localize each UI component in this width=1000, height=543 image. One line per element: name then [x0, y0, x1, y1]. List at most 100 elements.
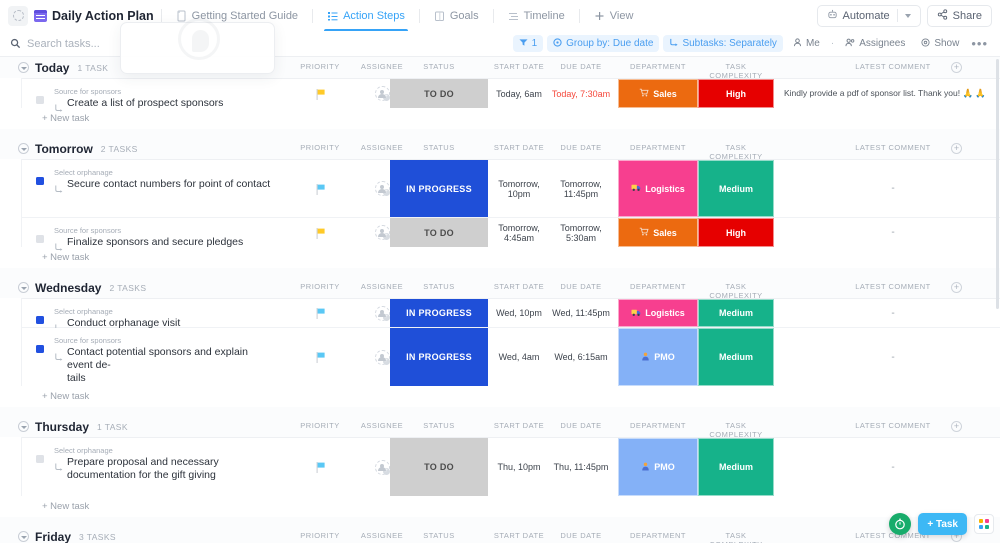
due-date-cell[interactable]: Wed, 11:45pm: [550, 299, 612, 327]
latest-comment-cell[interactable]: -: [778, 438, 1000, 496]
status-badge[interactable]: TO DO: [390, 438, 488, 496]
task-complexity-cell[interactable]: Medium: [698, 299, 774, 327]
due-date-cell[interactable]: Wed, 6:15am: [550, 328, 612, 386]
table-row[interactable]: Source for sponsors Finalize sponsors and…: [22, 218, 1000, 251]
table-row[interactable]: Source for sponsors Create a list of pros…: [22, 79, 1000, 112]
new-task-button[interactable]: + New task: [0, 386, 1000, 407]
new-task-button[interactable]: + New task: [0, 108, 1000, 129]
status-badge[interactable]: TO DO: [390, 79, 488, 108]
complexity-badge[interactable]: Medium: [698, 328, 774, 386]
department-badge[interactable]: Sales: [618, 79, 698, 108]
start-date-cell[interactable]: Thu, 10pm: [488, 438, 550, 496]
loading-spinner-icon[interactable]: [8, 5, 28, 26]
status-badge[interactable]: TO DO: [390, 218, 488, 247]
group-header[interactable]: Friday 3 TASKS PRIORITY ASSIGNEE STATUS START…: [0, 526, 1000, 543]
avatar[interactable]: +: [374, 181, 390, 196]
department-badge[interactable]: Logistics: [618, 160, 698, 217]
stopwatch-icon[interactable]: [889, 513, 912, 535]
due-date-cell[interactable]: Today, 7:30am: [550, 79, 612, 108]
tab-timeline[interactable]: Timeline: [501, 0, 572, 31]
latest-comment-cell[interactable]: -: [778, 328, 1000, 386]
new-task-button[interactable]: + New task: [0, 496, 1000, 517]
status-cell[interactable]: IN PROGRESS: [390, 160, 488, 217]
latest-comment-cell[interactable]: -: [778, 218, 1000, 247]
department-cell[interactable]: PMO: [618, 328, 698, 386]
task-name[interactable]: Finalize sponsors and secure pledges: [67, 236, 243, 249]
status-cell[interactable]: IN PROGRESS: [390, 299, 488, 327]
task-complexity-cell[interactable]: High: [698, 79, 774, 108]
start-date-cell[interactable]: Tomorrow, 10pm: [488, 160, 550, 217]
group-header[interactable]: Thursday 1 TASK PRIORITY ASSIGNEE STATUS STAR…: [0, 416, 1000, 439]
avatar[interactable]: +: [374, 225, 390, 240]
task-name[interactable]: Contact potential sponsors and explain e…: [67, 346, 272, 385]
show-chip[interactable]: Show: [915, 35, 965, 52]
due-date-cell[interactable]: Tomorrow, 11:45pm: [550, 160, 612, 217]
department-badge[interactable]: PMO: [618, 438, 698, 496]
assignees-chip[interactable]: Assignees: [839, 35, 911, 52]
avatar[interactable]: +: [374, 349, 390, 365]
task-checkbox[interactable]: [36, 345, 44, 353]
tab-action-steps[interactable]: Action Steps: [320, 0, 412, 31]
group-header[interactable]: Wednesday 2 TASKS PRIORITY ASSIGNEE STATUS ST…: [0, 277, 1000, 300]
complexity-badge[interactable]: Medium: [698, 438, 774, 496]
latest-comment-cell[interactable]: -: [778, 160, 1000, 217]
due-date-cell[interactable]: Thu, 11:45pm: [550, 438, 612, 496]
filter-chip[interactable]: 1: [512, 35, 544, 52]
complexity-badge[interactable]: High: [698, 218, 774, 247]
task-checkbox[interactable]: [36, 96, 44, 104]
status-cell[interactable]: TO DO: [390, 79, 488, 108]
task-checkbox[interactable]: [36, 455, 44, 463]
tab-add-view[interactable]: View: [587, 0, 641, 31]
start-date-cell[interactable]: Wed, 10pm: [488, 299, 550, 327]
department-cell[interactable]: Sales: [618, 218, 698, 247]
status-badge[interactable]: IN PROGRESS: [390, 328, 488, 386]
vertical-scrollbar[interactable]: [995, 57, 1000, 543]
apps-grid-icon[interactable]: [974, 514, 994, 534]
task-complexity-cell[interactable]: Medium: [698, 328, 774, 386]
table-row[interactable]: Select orphanage Conduct orphanage visit +…: [22, 299, 1000, 332]
start-date-cell[interactable]: Today, 6am: [488, 79, 550, 108]
department-cell[interactable]: PMO: [618, 438, 698, 496]
due-date-cell[interactable]: Tomorrow, 5:30am: [550, 218, 612, 247]
more-options-button[interactable]: •••: [969, 36, 990, 51]
chevron-down-icon[interactable]: [904, 13, 911, 18]
latest-comment-cell[interactable]: -: [778, 299, 1000, 327]
table-row[interactable]: Select orphanage Prepare proposal and nec…: [22, 438, 1000, 496]
new-task-button[interactable]: + New task: [0, 247, 1000, 268]
start-date-cell[interactable]: Wed, 4am: [488, 328, 550, 386]
automate-button[interactable]: Automate: [816, 4, 921, 27]
department-cell[interactable]: Logistics: [618, 160, 698, 217]
tab-goals[interactable]: Goals: [427, 0, 486, 31]
latest-comment-cell[interactable]: Kindly provide a pdf of sponsor list. Th…: [778, 79, 1000, 108]
me-chip[interactable]: Me: [787, 35, 826, 52]
department-badge[interactable]: PMO: [618, 328, 698, 386]
task-complexity-cell[interactable]: Medium: [698, 160, 774, 217]
avatar[interactable]: +: [374, 459, 390, 475]
add-column-icon[interactable]: +: [951, 62, 962, 73]
task-complexity-cell[interactable]: Medium: [698, 438, 774, 496]
add-task-button[interactable]: + Task: [918, 513, 967, 535]
avatar[interactable]: +: [374, 305, 390, 321]
add-column-icon[interactable]: +: [951, 143, 962, 154]
status-badge[interactable]: IN PROGRESS: [390, 160, 488, 217]
department-cell[interactable]: Logistics: [618, 299, 698, 327]
task-name[interactable]: Prepare proposal and necessary documenta…: [67, 456, 272, 482]
group-by-chip[interactable]: Group by: Due date: [547, 35, 660, 52]
start-date-cell[interactable]: Tomorrow, 4:45am: [488, 218, 550, 247]
avatar[interactable]: +: [374, 86, 390, 101]
status-cell[interactable]: IN PROGRESS: [390, 328, 488, 386]
search-input[interactable]: Search tasks...: [10, 38, 100, 50]
add-column-icon[interactable]: +: [951, 282, 962, 293]
subtasks-chip[interactable]: Subtasks: Separately: [663, 35, 783, 52]
task-checkbox[interactable]: [36, 235, 44, 243]
department-badge[interactable]: Sales: [618, 218, 698, 247]
task-name[interactable]: Secure contact numbers for point of cont…: [67, 178, 270, 191]
table-row[interactable]: Select orphanage Secure contact numbers f…: [22, 160, 1000, 218]
task-checkbox[interactable]: [36, 316, 44, 324]
add-column-icon[interactable]: +: [951, 421, 962, 432]
task-complexity-cell[interactable]: High: [698, 218, 774, 247]
status-cell[interactable]: TO DO: [390, 218, 488, 247]
department-badge[interactable]: Logistics: [618, 299, 698, 327]
complexity-badge[interactable]: High: [698, 79, 774, 108]
status-cell[interactable]: TO DO: [390, 438, 488, 496]
